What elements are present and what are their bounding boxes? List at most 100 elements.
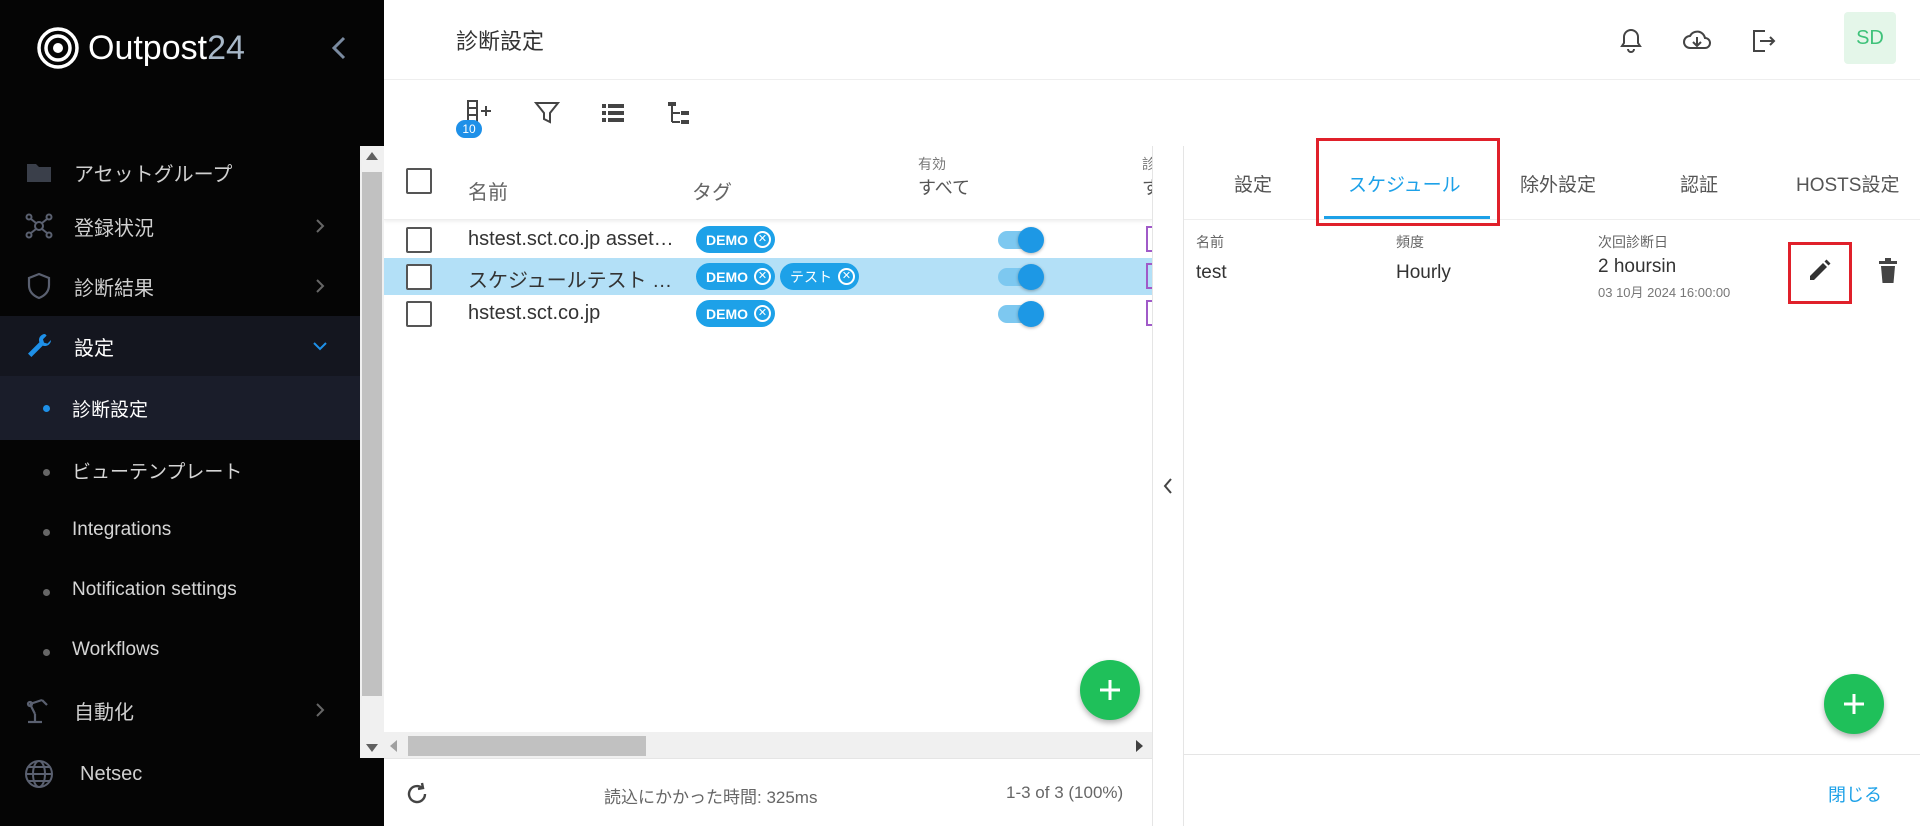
table-footer: 読込にかかった時間: 325ms 1-3 of 3 (100%) bbox=[384, 758, 1152, 826]
enabled-toggle[interactable] bbox=[998, 227, 1044, 253]
sidebar-subitem-integrations[interactable]: Integrations bbox=[0, 500, 384, 560]
sidebar-item-results[interactable]: 診断結果 bbox=[0, 256, 384, 316]
chevron-left-icon[interactable] bbox=[1162, 476, 1174, 496]
settings-submenu-rest: ビューテンプレート Integrations Notification sett… bbox=[0, 440, 384, 680]
sidebar-subitem-label: Workflows bbox=[72, 639, 160, 660]
column-header-truncated[interactable]: 診 bbox=[1142, 154, 1152, 174]
settings-submenu: 診断設定 bbox=[0, 376, 384, 440]
scrollbar-thumb[interactable] bbox=[362, 172, 382, 696]
bullet-icon bbox=[43, 589, 50, 596]
shield-icon bbox=[24, 271, 54, 301]
tag-label: DEMO bbox=[706, 231, 748, 248]
sidebar-item-label: 自動化 bbox=[74, 701, 134, 724]
tab-hosts-settings[interactable]: HOSTS設定 bbox=[1796, 170, 1899, 197]
plus-icon bbox=[1844, 694, 1864, 714]
avatar[interactable]: SD bbox=[1844, 12, 1896, 64]
brand-logo[interactable]: Outpost 24 bbox=[36, 26, 245, 70]
brand-number: 24 bbox=[207, 28, 245, 67]
tag-chip[interactable]: DEMO ✕ bbox=[696, 263, 775, 290]
bullet-icon bbox=[43, 469, 50, 476]
row-name: hstest.sct.co.jp bbox=[468, 302, 601, 324]
cloud-download-icon[interactable] bbox=[1682, 26, 1712, 56]
vertical-scrollbar[interactable] bbox=[360, 146, 384, 758]
scrollbar-thumb[interactable] bbox=[408, 736, 646, 756]
schedule-frequency-label: 頻度 bbox=[1396, 234, 1424, 250]
sidebar-item-label: 診断結果 bbox=[74, 277, 154, 300]
add-scan-button[interactable] bbox=[1080, 660, 1140, 720]
enabled-toggle[interactable] bbox=[998, 264, 1044, 290]
collapse-sidebar-icon[interactable] bbox=[328, 30, 350, 66]
column-header-tag[interactable]: タグ bbox=[692, 176, 732, 205]
toggle-knob bbox=[1018, 264, 1044, 290]
toggle-knob bbox=[1018, 227, 1044, 253]
filter-icon[interactable] bbox=[532, 98, 562, 128]
logout-icon[interactable] bbox=[1748, 26, 1778, 56]
sidebar-subitem-view-templates[interactable]: ビューテンプレート bbox=[0, 440, 384, 500]
pagination-count: 1-3 of 3 (100%) bbox=[1006, 783, 1124, 802]
globe-icon bbox=[24, 759, 54, 789]
panel-splitter[interactable] bbox=[1152, 146, 1184, 826]
column-count-badge: 10 bbox=[456, 120, 482, 138]
tree-view-icon[interactable] bbox=[664, 98, 694, 128]
enabled-filter-value[interactable]: すべて bbox=[918, 174, 970, 200]
toggle-knob bbox=[1018, 301, 1044, 327]
table-row[interactable]: hstest.sct.co.jp asset… DEMO ✕ bbox=[384, 221, 1152, 258]
sidebar-item-label: Netsec bbox=[80, 762, 143, 785]
add-schedule-button[interactable] bbox=[1824, 674, 1884, 734]
sidebar-item-registration[interactable]: 登録状況 bbox=[0, 196, 384, 256]
close-button[interactable]: 閉じる bbox=[1828, 781, 1882, 807]
sidebar-subitem-workflows[interactable]: Workflows bbox=[0, 620, 384, 680]
schedule-next-date: 03 10月 2024 16:00:00 bbox=[1598, 285, 1731, 300]
tag-label: DEMO bbox=[706, 305, 748, 322]
tag-chip[interactable]: DEMO ✕ bbox=[696, 226, 775, 253]
row-checkbox[interactable] bbox=[406, 301, 432, 327]
horizontal-scrollbar[interactable] bbox=[384, 732, 1152, 758]
list-view-icon[interactable] bbox=[598, 98, 628, 128]
sidebar-subitem-scan-settings[interactable]: 診断設定 bbox=[0, 376, 384, 440]
outpost-logo-icon bbox=[37, 27, 79, 69]
tab-authentication[interactable]: 認証 bbox=[1680, 170, 1718, 197]
toolbar: 10 bbox=[384, 80, 1920, 146]
sidebar-item-settings[interactable]: 設定 bbox=[0, 316, 384, 376]
detail-tabs: 設定 スケジュール 除外設定 認証 HOSTS設定 bbox=[1184, 146, 1920, 220]
chevron-right-icon bbox=[316, 703, 325, 717]
remove-tag-icon[interactable]: ✕ bbox=[838, 268, 855, 285]
enabled-toggle[interactable] bbox=[998, 301, 1044, 327]
sidebar-nav: アセットグループ 登録状況 診断結果 設定 診断設定 ビューテンプレート Int… bbox=[0, 148, 384, 804]
row-checkbox[interactable] bbox=[406, 227, 432, 253]
tab-exclusions[interactable]: 除外設定 bbox=[1520, 170, 1596, 197]
scroll-left-arrow-icon[interactable] bbox=[390, 740, 397, 752]
remove-tag-icon[interactable]: ✕ bbox=[754, 305, 771, 322]
truncated-filter-value[interactable]: す bbox=[1142, 174, 1152, 200]
remove-tag-icon[interactable]: ✕ bbox=[754, 231, 771, 248]
bell-icon[interactable] bbox=[1616, 26, 1646, 56]
scan-table: 名前 タグ 有効 すべて 診 す hstest.sct.co.jp asset…… bbox=[384, 146, 1152, 758]
trash-icon[interactable] bbox=[1876, 258, 1900, 284]
sidebar-item-label: 設定 bbox=[74, 337, 114, 360]
row-name: スケジュールテスト … bbox=[468, 270, 673, 292]
sidebar-item-label: アセットグループ bbox=[74, 163, 233, 186]
column-header-name[interactable]: 名前 bbox=[468, 176, 508, 205]
chevron-right-icon bbox=[316, 219, 325, 233]
sidebar-subitem-label: ビューテンプレート bbox=[72, 461, 243, 483]
sidebar-item-netsec[interactable]: Netsec bbox=[0, 744, 384, 804]
bullet-icon bbox=[43, 405, 50, 412]
row-checkbox[interactable] bbox=[406, 264, 432, 290]
refresh-icon[interactable] bbox=[404, 781, 430, 807]
tag-chip[interactable]: テスト ✕ bbox=[780, 263, 859, 290]
tab-settings[interactable]: 設定 bbox=[1234, 170, 1272, 197]
sidebar-item-automation[interactable]: 自動化 bbox=[0, 680, 384, 740]
schedule-next-label: 次回診断日 bbox=[1598, 234, 1668, 250]
select-all-checkbox[interactable] bbox=[406, 168, 432, 194]
scroll-right-arrow-icon[interactable] bbox=[1136, 740, 1143, 752]
scroll-up-arrow-icon[interactable] bbox=[366, 152, 378, 160]
remove-tag-icon[interactable]: ✕ bbox=[754, 268, 771, 285]
sidebar-item-asset-groups[interactable]: アセットグループ bbox=[0, 148, 384, 196]
column-header-enabled[interactable]: 有効 bbox=[918, 154, 946, 174]
load-time-text: 読込にかかった時間: 325ms bbox=[604, 788, 818, 807]
table-row[interactable]: hstest.sct.co.jp DEMO ✕ bbox=[384, 295, 1152, 332]
tag-chip[interactable]: DEMO ✕ bbox=[696, 300, 775, 327]
scroll-down-arrow-icon[interactable] bbox=[366, 744, 378, 752]
sidebar-subitem-notification-settings[interactable]: Notification settings bbox=[0, 560, 384, 620]
table-row[interactable]: スケジュールテスト … DEMO ✕ テスト ✕ bbox=[384, 258, 1152, 295]
